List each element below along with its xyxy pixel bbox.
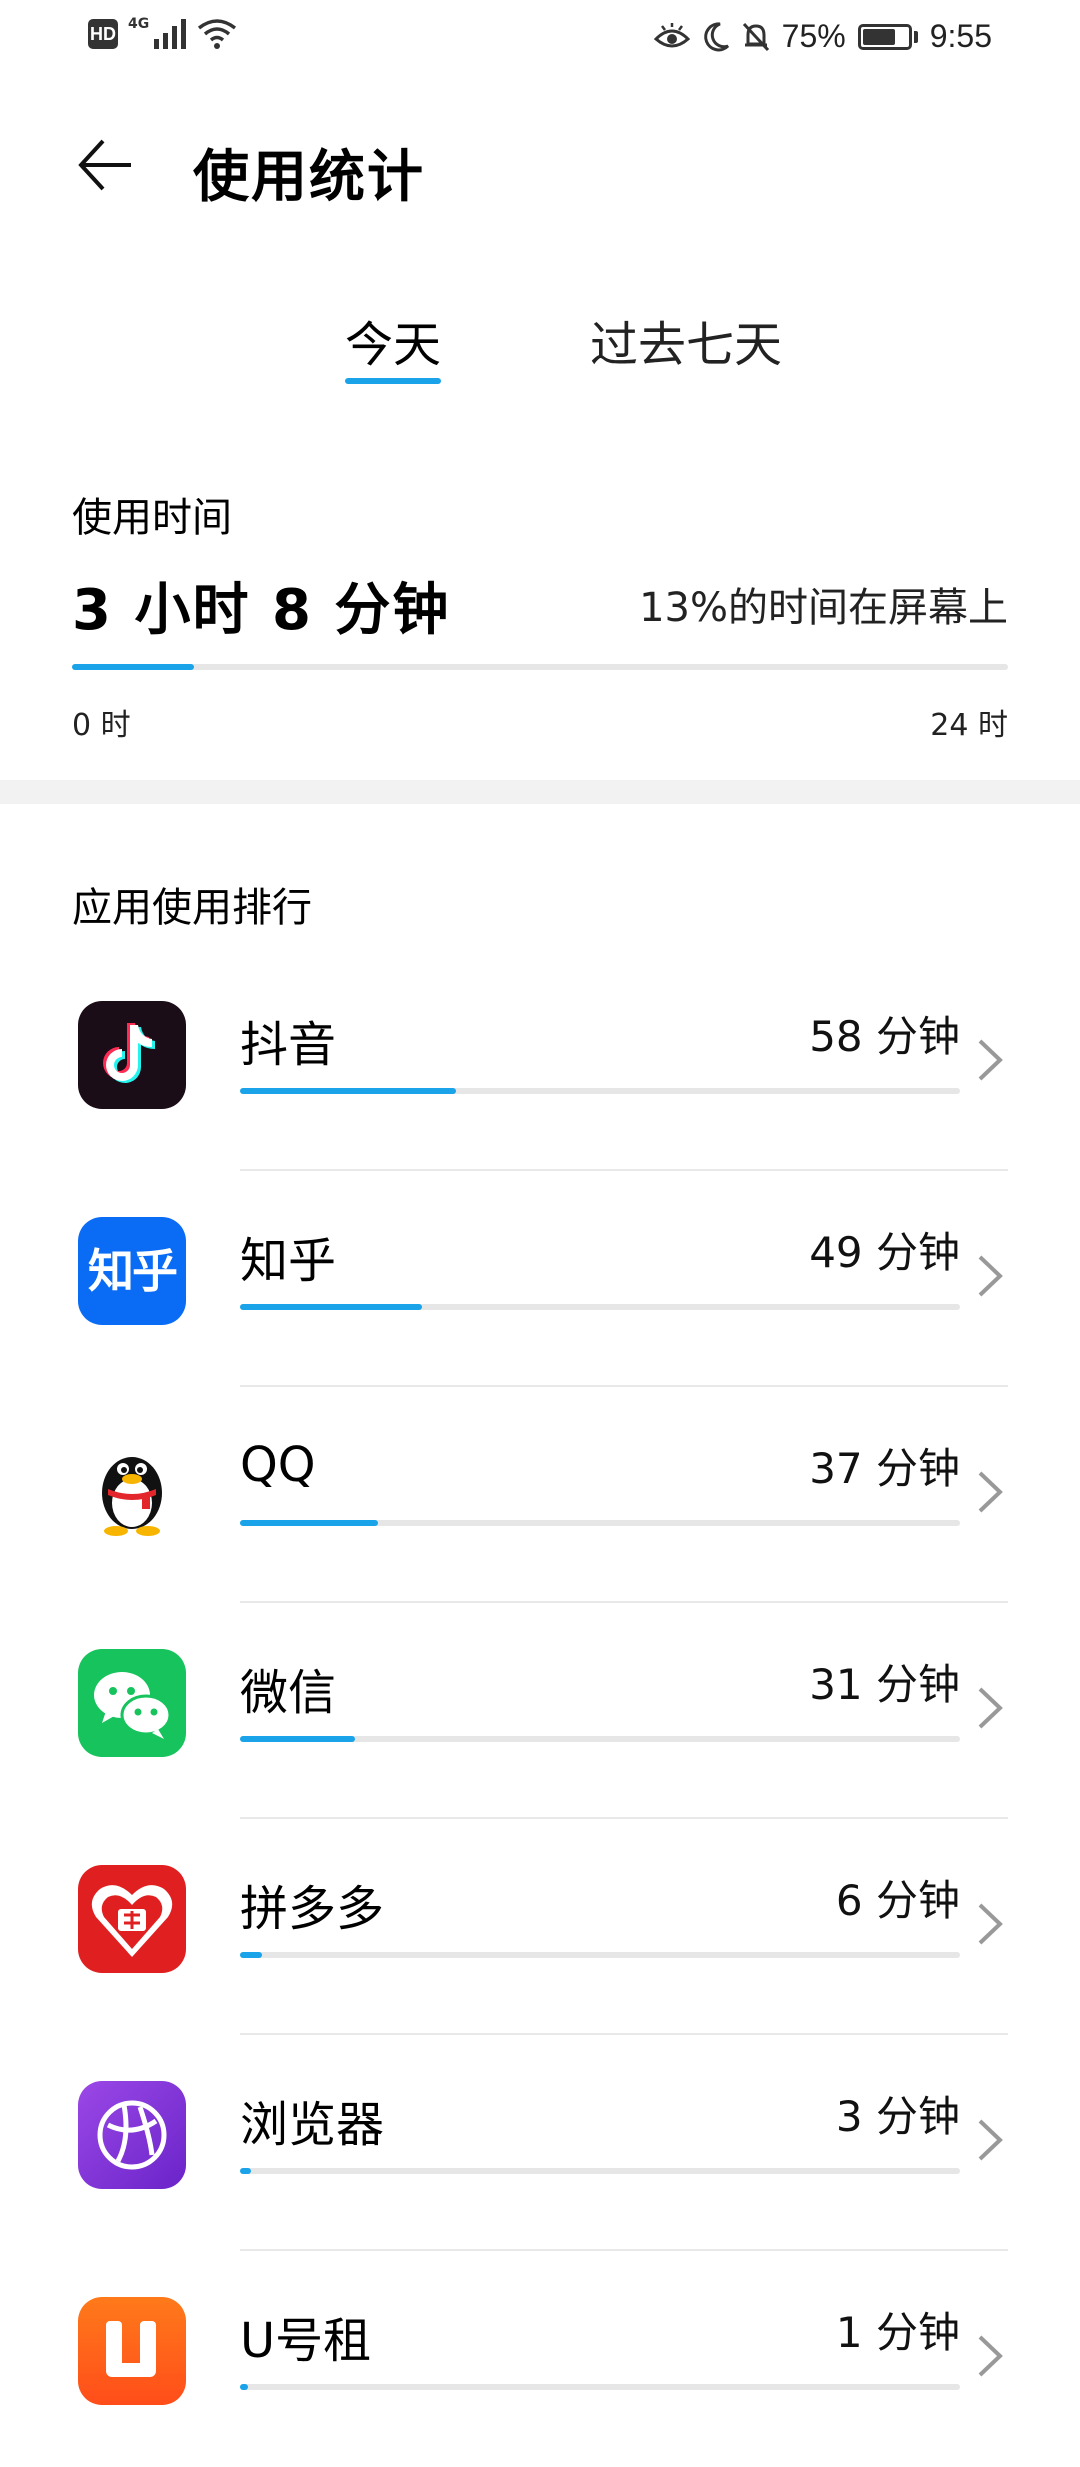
chevron-right-icon — [978, 1471, 1003, 1513]
wifi-icon — [198, 19, 237, 49]
app-usage-list: 抖音 58 分钟 知乎 知乎 49 分钟 QQ 37 分钟 微信 31 分钟 拼… — [0, 955, 1080, 2467]
network-type: 4G — [128, 16, 150, 32]
app-row-uhaozu[interactable]: U号租 1 分钟 — [0, 2251, 1080, 2467]
clock: 9:55 — [929, 18, 992, 54]
app-row-douyin[interactable]: 抖音 58 分钟 — [0, 955, 1080, 1171]
app-usage-time: 37 分钟 — [809, 1444, 960, 1493]
moon-icon — [703, 21, 729, 51]
chevron-right-icon — [978, 1687, 1003, 1729]
status-bar: HD 4G 75% 9:55 — [0, 0, 1080, 80]
usage-progress-fill — [72, 664, 194, 670]
axis-end-label: 24 时 — [930, 708, 1008, 743]
app-usage-bar-fill — [240, 1520, 378, 1526]
app-row-zhihu[interactable]: 知乎 知乎 49 分钟 — [0, 1171, 1080, 1387]
chevron-right-icon — [978, 1039, 1003, 1081]
qq-icon — [78, 1433, 186, 1541]
tab-past-seven-days[interactable]: 过去七天 — [590, 305, 782, 375]
app-usage-bar — [240, 1304, 960, 1310]
zhihu-icon: 知乎 — [78, 1217, 186, 1325]
hd-badge: HD — [88, 19, 118, 49]
app-usage-time: 1 分钟 — [835, 2308, 960, 2357]
wechat-icon — [78, 1649, 186, 1757]
battery-icon — [857, 23, 918, 50]
chevron-right-icon — [978, 1903, 1003, 1945]
app-name: 浏览器 — [240, 2097, 385, 2153]
screen-time-percent: 13%的时间在屏幕上 — [639, 585, 1008, 631]
app-row-pinduoduo[interactable]: 拼多多 6 分钟 — [0, 1819, 1080, 2035]
app-name: 抖音 — [240, 1017, 337, 1073]
tab-bar: 今天 过去七天 — [0, 295, 1080, 395]
active-tab-indicator — [345, 378, 441, 384]
chevron-right-icon — [978, 1255, 1003, 1297]
app-usage-bar — [240, 1088, 960, 1094]
browser-icon — [78, 2081, 186, 2189]
app-name: U号租 — [240, 2313, 372, 2369]
app-usage-bar — [240, 1520, 960, 1526]
bell-off-icon — [742, 22, 769, 51]
pinduoduo-icon — [78, 1865, 186, 1973]
app-usage-time: 6 分钟 — [835, 1876, 960, 1925]
app-usage-bar-fill — [240, 1304, 423, 1310]
app-name: 知乎 — [240, 1233, 337, 1289]
app-usage-bar-fill — [240, 1952, 263, 1958]
app-row-qq[interactable]: QQ 37 分钟 — [0, 1387, 1080, 1603]
app-usage-bar — [240, 1952, 960, 1958]
chevron-right-icon — [978, 2335, 1003, 2377]
app-name: 微信 — [240, 1665, 337, 1721]
app-usage-bar-fill — [240, 1088, 456, 1094]
page-title: 使用统计 — [193, 145, 425, 210]
eye-comfort-icon — [653, 22, 690, 47]
app-usage-time: 31 分钟 — [809, 1660, 960, 1709]
usage-time-label: 使用时间 — [72, 495, 232, 541]
app-usage-time: 3 分钟 — [835, 2092, 960, 2141]
usage-progress-bar — [72, 664, 1008, 670]
app-row-wechat[interactable]: 微信 31 分钟 — [0, 1603, 1080, 1819]
status-right: 75% 9:55 — [653, 18, 992, 55]
app-ranking-title: 应用使用排行 — [72, 885, 312, 931]
section-divider — [0, 780, 1080, 804]
app-usage-bar — [240, 2168, 960, 2174]
app-usage-bar-fill — [240, 2384, 248, 2390]
app-header: 使用统计 — [0, 110, 1080, 220]
app-usage-bar — [240, 2384, 960, 2390]
app-usage-bar-fill — [240, 1736, 356, 1742]
app-name: 拼多多 — [240, 1881, 385, 1937]
tab-today[interactable]: 今天 — [345, 305, 441, 375]
status-left: HD 4G — [88, 16, 237, 50]
arrow-left-icon — [78, 139, 131, 191]
uhaozu-icon — [78, 2297, 186, 2405]
signal-icon — [154, 19, 187, 49]
app-row-browser[interactable]: 浏览器 3 分钟 — [0, 2035, 1080, 2251]
usage-total-time: 3 小时 8 分钟 — [72, 578, 451, 643]
app-usage-time: 58 分钟 — [809, 1012, 960, 1061]
battery-percent: 75% — [781, 18, 846, 54]
app-usage-bar — [240, 1736, 960, 1742]
douyin-icon — [78, 1001, 186, 1109]
app-usage-bar-fill — [240, 2168, 252, 2174]
chevron-right-icon — [978, 2119, 1003, 2161]
back-button[interactable] — [70, 130, 140, 200]
app-name: QQ — [240, 1437, 316, 1493]
axis-start-label: 0 时 — [72, 708, 131, 743]
app-usage-time: 49 分钟 — [809, 1228, 960, 1277]
